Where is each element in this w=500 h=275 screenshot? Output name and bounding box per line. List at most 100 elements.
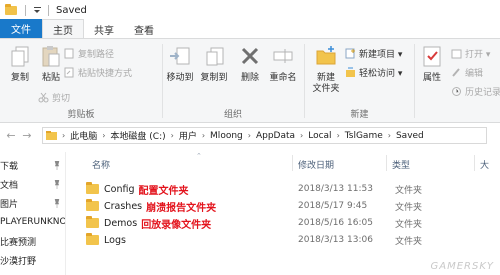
column-header-size[interactable]: 大 [480, 158, 489, 171]
nav-item-desert[interactable]: 沙漠打野 [0, 252, 65, 268]
forward-arrow-icon[interactable]: → [19, 128, 35, 144]
breadcrumb-item[interactable]: Saved [396, 131, 424, 141]
new-folder-button[interactable]: 新建 文件夹 [307, 44, 345, 95]
breadcrumb-item[interactable]: 用户 [179, 129, 197, 142]
move-to-button[interactable]: 移动到 [163, 44, 197, 84]
file-row[interactable]: Demos 回放录像文件夹 2018/5/16 16:05 文件夹 [86, 215, 496, 231]
file-type: 文件夹 [395, 185, 423, 196]
copy-path-icon [64, 48, 74, 58]
pin-icon[interactable] [54, 179, 60, 189]
title-bar: Saved [0, 0, 500, 20]
column-header-type[interactable]: 类型 [392, 158, 410, 171]
column-divider[interactable] [386, 155, 387, 171]
pin-icon[interactable] [54, 160, 60, 170]
copy-path-label: 复制路径 [78, 49, 115, 60]
new-item-icon [345, 48, 355, 58]
organize-group-label: 组织 [223, 110, 242, 120]
rename-icon [273, 49, 293, 63]
new-item-button[interactable]: 新建项目 ▾ [345, 46, 402, 60]
ribbon-tabs: 文件 主页 共享 查看 [0, 19, 500, 39]
window-title: Saved [56, 4, 87, 16]
folder-icon [86, 233, 99, 245]
open-group: 属性 打开 ▾ 编辑 历史记录 [415, 39, 500, 123]
copy-button[interactable]: 复制 [3, 44, 37, 84]
chevron-right-icon: › [300, 131, 304, 140]
breadcrumb-item[interactable]: 此电脑 [70, 129, 97, 142]
divider [48, 4, 49, 16]
paste-shortcut-button[interactable]: 粘贴快捷方式 [64, 65, 132, 79]
folder-icon [5, 3, 17, 15]
pin-icon[interactable] [54, 198, 60, 208]
cut-button[interactable]: 剪切 [38, 90, 70, 104]
cut-label: 剪切 [52, 93, 71, 104]
breadcrumb-item[interactable]: AppData [256, 131, 295, 141]
file-row[interactable]: Logs 2018/3/13 13:06 文件夹 [86, 232, 496, 248]
history-icon [452, 86, 461, 96]
chevron-right-icon: › [247, 131, 251, 140]
nav-item-downloads[interactable]: 下载 [0, 157, 65, 173]
nav-item-playerunknown[interactable]: PLAYERUNKNO [0, 214, 65, 230]
copy-to-button[interactable]: 复制到 [197, 44, 231, 84]
open-button[interactable]: 打开 ▾ [451, 46, 490, 60]
file-date: 2018/5/16 16:05 [298, 218, 373, 228]
nav-item-match-predict[interactable]: 比赛预测 [0, 233, 65, 249]
breadcrumb-item[interactable]: Local [308, 131, 331, 141]
history-label: 历史记录 [465, 87, 500, 98]
edit-button[interactable]: 编辑 [451, 65, 483, 79]
new-folder-label-1: 新建 [316, 73, 335, 83]
properties-label: 属性 [422, 73, 441, 83]
file-name: Crashes [104, 200, 143, 212]
new-group-label: 新建 [350, 110, 369, 120]
paste-icon [42, 46, 60, 67]
breadcrumb-item[interactable]: 本地磁盘 (C:) [110, 129, 165, 142]
file-date: 2018/5/17 9:45 [298, 201, 368, 211]
easy-access-icon [346, 67, 355, 77]
back-arrow-icon[interactable]: ← [3, 128, 19, 144]
copy-to-icon [206, 47, 224, 66]
file-date: 2018/3/13 13:06 [298, 235, 373, 245]
column-divider[interactable] [474, 155, 475, 171]
file-annotation: 崩溃报告文件夹 [146, 202, 217, 214]
sort-caret-icon: ⌃ [196, 152, 202, 160]
address-bar[interactable]: › 此电脑 › 本地磁盘 (C:) › 用户 › Mloong › AppDat… [42, 127, 487, 144]
properties-button[interactable]: 属性 [417, 44, 447, 84]
rename-button[interactable]: 重命名 [266, 44, 300, 84]
edit-label: 编辑 [465, 68, 484, 79]
column-header-date[interactable]: 修改日期 [298, 158, 334, 171]
open-label: 打开 ▾ [465, 49, 491, 60]
column-header-name[interactable]: 名称 [92, 158, 110, 171]
breadcrumb-item[interactable]: TslGame [345, 131, 383, 141]
new-item-label: 新建项目 ▾ [359, 49, 403, 60]
file-name: Logs [104, 234, 126, 246]
chevron-right-icon: › [336, 131, 340, 140]
delete-x-icon [241, 47, 259, 65]
paste-button[interactable]: 粘贴 [34, 44, 68, 84]
delete-button[interactable]: 删除 [233, 44, 267, 84]
nav-item-pictures[interactable]: 图片 [0, 195, 65, 211]
file-name: Demos [104, 217, 138, 229]
copy-path-button[interactable]: 复制路径 [64, 46, 114, 60]
chevron-right-icon: › [102, 131, 106, 140]
chevron-right-icon: › [62, 131, 66, 140]
tab-share[interactable]: 共享 [84, 20, 124, 38]
history-button[interactable]: 历史记录 [451, 84, 500, 98]
column-divider[interactable] [292, 155, 293, 171]
file-row[interactable]: Crashes 崩溃报告文件夹 2018/5/17 9:45 文件夹 [86, 198, 496, 214]
edit-icon [452, 67, 460, 77]
nav-item-documents[interactable]: 文档 [0, 176, 65, 192]
customize-quick-access-icon[interactable] [32, 5, 42, 15]
easy-access-button[interactable]: 轻松访问 ▾ [345, 65, 402, 79]
paste-shortcut-label: 粘贴快捷方式 [78, 68, 133, 79]
open-icon [451, 49, 462, 58]
file-row[interactable]: Config 配置文件夹 2018/3/13 11:53 文件夹 [86, 181, 496, 197]
tab-file[interactable]: 文件 [0, 19, 42, 38]
file-annotation: 配置文件夹 [138, 185, 189, 197]
breadcrumb-item[interactable]: Mloong [210, 131, 243, 141]
properties-icon [423, 46, 441, 67]
copy-icon [11, 46, 29, 67]
divider [25, 4, 26, 16]
tab-home[interactable]: 主页 [42, 19, 84, 38]
nav-item-label: 沙漠打野 [0, 256, 37, 267]
tab-view[interactable]: 查看 [124, 20, 164, 38]
folder-icon [46, 131, 57, 140]
